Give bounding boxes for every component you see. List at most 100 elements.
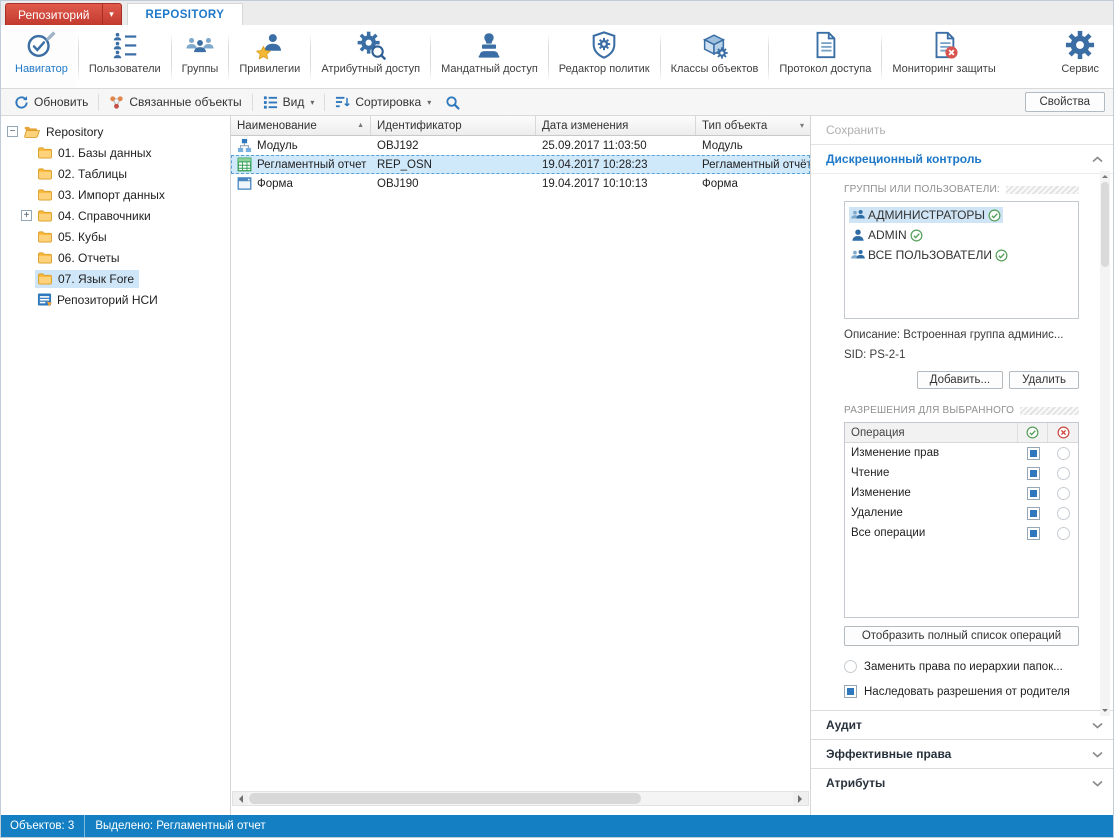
filter-caret-icon[interactable]: ▾ [800, 121, 804, 130]
principal-item[interactable]: АДМИНИСТРАТОРЫ [847, 205, 1076, 225]
ribbon-item-groups[interactable]: Группы [174, 27, 227, 88]
scrollbar-thumb[interactable] [1101, 182, 1109, 267]
scroll-right-button[interactable] [793, 792, 808, 805]
allow-checkbox[interactable] [1026, 506, 1040, 520]
deny-checkbox[interactable] [1056, 506, 1070, 520]
sort-menu-button[interactable]: Сортировка ▾ [328, 92, 438, 113]
tree-item[interactable]: 02. Таблицы [1, 163, 230, 184]
principal-item[interactable]: ВСЕ ПОЛЬЗОВАТЕЛИ [847, 245, 1076, 265]
scroll-left-button[interactable] [233, 792, 248, 805]
section-header-effective-rights[interactable]: Эффективные права [811, 739, 1113, 768]
object-modified: 19.04.2017 10:10:13 [542, 177, 648, 190]
ribbon-item-policy-editor[interactable]: Редактор политик [551, 27, 658, 88]
tree-item[interactable]: 06. Отчеты [1, 247, 230, 268]
section-header-audit[interactable]: Аудит [811, 710, 1113, 739]
permissions-header: Операция [845, 423, 1078, 443]
table-row[interactable]: Модуль OBJ192 25.09.2017 11:03:50 Модуль [231, 136, 810, 155]
ribbon-item-attribute-access[interactable]: Атрибутный доступ [313, 27, 428, 88]
column-label: Наименование [237, 119, 317, 132]
tree-item[interactable]: + 04. Справочники [1, 205, 230, 226]
form-icon [237, 177, 252, 190]
tree-item[interactable]: Репозиторий НСИ [1, 289, 230, 310]
inherit-permissions-checkbox[interactable] [844, 685, 857, 698]
chevron-up-icon[interactable] [1092, 155, 1103, 163]
vertical-scrollbar[interactable] [1100, 171, 1110, 716]
chevron-down-icon[interactable] [1092, 722, 1103, 729]
tree-item-label: 07. Язык Fore [58, 271, 135, 286]
properties-panel: Сохранить Дискреционный контроль ГРУППЫ … [811, 116, 1113, 815]
allow-checkbox[interactable] [1026, 466, 1040, 480]
ribbon: Навигатор Пользователи Группы Привилегии… [1, 25, 1113, 89]
principal-item[interactable]: ADMIN [847, 225, 1076, 245]
scroll-down-icon [1102, 709, 1108, 715]
column-header-type[interactable]: Тип объекта ▾ [696, 116, 810, 135]
column-header-modified[interactable]: Дата изменения [536, 116, 696, 135]
caret-down-icon[interactable]: ▾ [103, 9, 121, 20]
allow-checkbox[interactable] [1026, 486, 1040, 500]
view-menu-button[interactable]: Вид ▾ [256, 92, 322, 113]
deny-checkbox[interactable] [1056, 446, 1070, 460]
tree-item[interactable]: 07. Язык Fore [1, 268, 230, 289]
object-id: REP_OSN [377, 158, 432, 171]
permissions-label: РАЗРЕШЕНИЯ ДЛЯ ВЫБРАННОГО [844, 405, 1015, 416]
ribbon-item-mandatory-access[interactable]: Мандатный доступ [433, 27, 546, 88]
granted-check-icon [988, 209, 1001, 222]
column-header-name[interactable]: Наименование ▲ [231, 116, 371, 135]
scroll-up-button[interactable] [1100, 171, 1110, 181]
collapse-expander-icon[interactable]: − [7, 126, 18, 137]
ribbon-item-object-classes[interactable]: Классы объектов [663, 27, 767, 88]
search-icon [446, 95, 460, 110]
tree-item[interactable]: 05. Кубы [1, 226, 230, 247]
tab-repository[interactable]: REPOSITORY [126, 3, 244, 25]
chevron-down-icon[interactable] [1092, 780, 1103, 787]
tree-item[interactable]: 03. Импорт данных [1, 184, 230, 205]
replace-rights-checkbox[interactable] [844, 660, 857, 673]
ribbon-item-security-monitoring[interactable]: Мониторинг защиты [884, 27, 1003, 88]
deny-checkbox[interactable] [1056, 486, 1070, 500]
allow-checkbox[interactable] [1026, 446, 1040, 460]
section-header-attributes[interactable]: Атрибуты [811, 768, 1113, 797]
column-header-identifier[interactable]: Идентификатор [371, 116, 536, 135]
horizontal-scrollbar[interactable] [232, 791, 809, 806]
section-header-discretionary[interactable]: Дискреционный контроль [811, 145, 1113, 174]
ribbon-item-navigator[interactable]: Навигатор [7, 27, 76, 88]
users-icon [113, 32, 136, 59]
delete-button[interactable]: Удалить [1009, 371, 1079, 389]
permissions-label-row: РАЗРЕШЕНИЯ ДЛЯ ВЫБРАННОГО [844, 405, 1079, 416]
mandatory-access-icon [479, 33, 500, 58]
tree-item[interactable]: 01. Базы данных [1, 142, 230, 163]
chevron-down-icon[interactable] [1092, 751, 1103, 758]
add-button[interactable]: Добавить... [916, 371, 1004, 389]
table-row[interactable]: Форма OBJ190 19.04.2017 10:10:13 Форма [231, 174, 810, 193]
ribbon-item-privileges[interactable]: Привилегии [231, 27, 308, 88]
tree-item-root[interactable]: − Repository [1, 121, 230, 142]
repository-menu-button[interactable]: Репозиторий ▾ [5, 3, 122, 25]
application-window: Репозиторий ▾ REPOSITORY Навигатор Польз… [0, 0, 1114, 838]
inherit-permissions-label: Наследовать разрешения от родителя [864, 685, 1070, 698]
security-monitoring-icon [935, 31, 958, 59]
scroll-down-button[interactable] [1100, 706, 1110, 716]
tree-item-label: Репозиторий НСИ [57, 292, 158, 307]
deny-checkbox[interactable] [1056, 466, 1070, 480]
ribbon-item-users[interactable]: Пользователи [81, 27, 169, 88]
ribbon-separator [881, 33, 883, 82]
save-button[interactable]: Сохранить [811, 116, 1113, 145]
related-objects-button[interactable]: Связанные объекты [102, 92, 248, 113]
scrollbar-track[interactable] [248, 792, 793, 805]
toolbar-separator [251, 93, 253, 111]
table-row-selected[interactable]: Регламентный отчет REP_OSN 19.04.2017 10… [231, 155, 810, 174]
show-all-operations-button[interactable]: Отобразить полный список операций [844, 626, 1079, 646]
ribbon-separator [170, 33, 172, 82]
ribbon-item-service[interactable]: Сервис [1053, 27, 1107, 88]
object-id: OBJ190 [377, 177, 419, 190]
scrollbar-thumb[interactable] [249, 793, 642, 804]
ribbon-item-access-log[interactable]: Протокол доступа [771, 27, 879, 88]
principals-listbox[interactable]: АДМИНИСТРАТОРЫ ADMIN ВСЕ ПОЛЬЗОВАТЕЛИ [844, 201, 1079, 319]
refresh-button[interactable]: Обновить [7, 92, 95, 113]
allow-checkbox[interactable] [1026, 526, 1040, 540]
search-button[interactable] [438, 92, 467, 113]
expand-expander-icon[interactable]: + [21, 210, 32, 221]
deny-checkbox[interactable] [1056, 526, 1070, 540]
properties-button[interactable]: Свойства [1024, 92, 1105, 112]
permission-name: Изменение прав [851, 447, 940, 459]
